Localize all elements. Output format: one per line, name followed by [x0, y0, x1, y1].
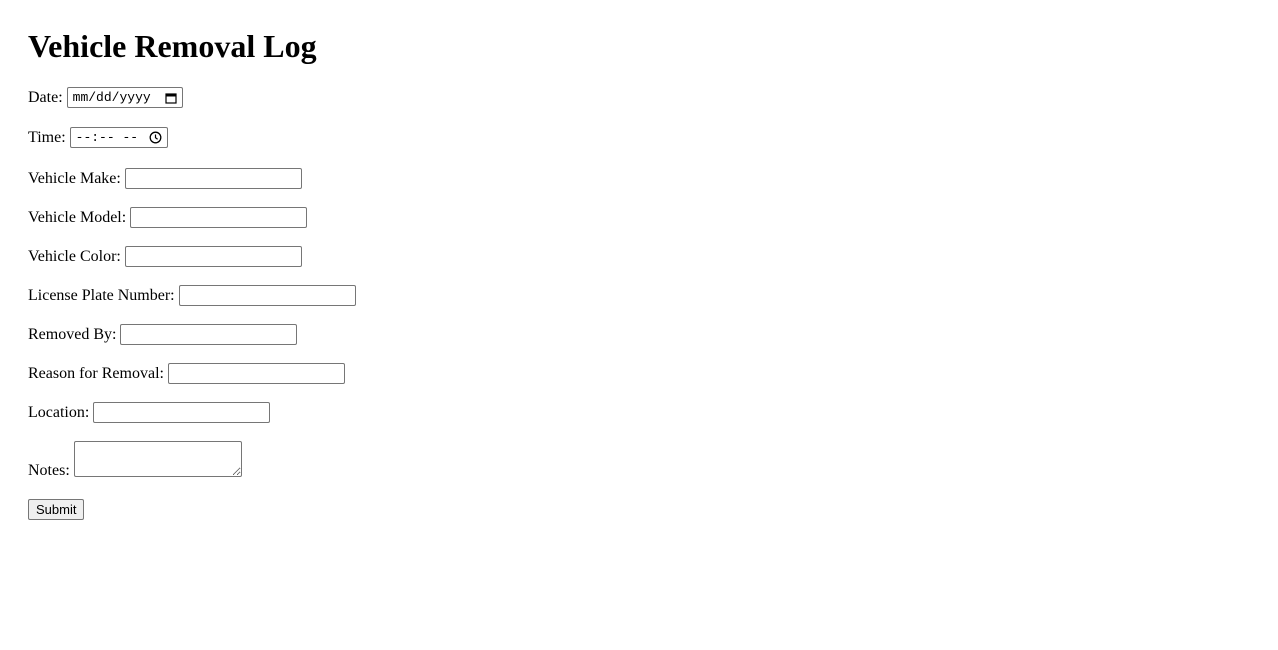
vehicle-model-row: Vehicle Model: — [28, 207, 308, 228]
time-input[interactable]: --:-- -- — [69, 127, 168, 148]
vehicle-model-label: Vehicle Model: — [28, 208, 127, 226]
reason-row: Reason for Removal: — [28, 363, 345, 384]
vehicle-make-input[interactable] — [124, 168, 302, 189]
removed-by-row: Removed By: — [28, 324, 298, 345]
license-plate-label: License Plate Number: — [28, 286, 175, 304]
vehicle-color-row: Vehicle Color: — [28, 246, 302, 267]
vehicle-make-label: Vehicle Make: — [28, 169, 121, 187]
page-title: Vehicle Removal Log — [28, 28, 317, 64]
date-placeholder: mm/dd/yyyy — [72, 90, 151, 105]
location-row: Location: — [28, 402, 271, 423]
clock-icon[interactable] — [149, 131, 163, 145]
vehicle-removal-form-page: Vehicle Removal Log Date: mm/dd/yyyy Tim… — [28, 28, 356, 520]
notes-textarea[interactable] — [73, 441, 242, 477]
location-label: Location: — [28, 403, 90, 421]
reason-input[interactable] — [167, 363, 345, 384]
calendar-icon[interactable] — [164, 91, 178, 105]
removed-by-input[interactable] — [120, 324, 298, 345]
removed-by-label: Removed By: — [28, 325, 117, 343]
date-label: Date: — [28, 88, 63, 106]
submit-row: Submit — [28, 499, 85, 520]
vehicle-color-input[interactable] — [124, 246, 302, 267]
notes-label: Notes: — [28, 462, 70, 479]
time-row: Time: --:-- -- — [28, 127, 168, 148]
notes-row: Notes: — [28, 441, 242, 479]
date-input[interactable]: mm/dd/yyyy — [66, 87, 183, 108]
vehicle-model-input[interactable] — [130, 207, 308, 228]
vehicle-color-label: Vehicle Color: — [28, 247, 121, 265]
date-row: Date: mm/dd/yyyy — [28, 87, 183, 108]
location-input[interactable] — [93, 402, 271, 423]
time-label: Time: — [28, 128, 66, 146]
submit-button[interactable]: Submit — [28, 499, 85, 520]
license-plate-row: License Plate Number: — [28, 285, 356, 306]
vehicle-make-row: Vehicle Make: — [28, 168, 302, 189]
time-placeholder: --:-- -- — [75, 130, 139, 145]
reason-label: Reason for Removal: — [28, 364, 164, 382]
license-plate-input[interactable] — [178, 285, 356, 306]
